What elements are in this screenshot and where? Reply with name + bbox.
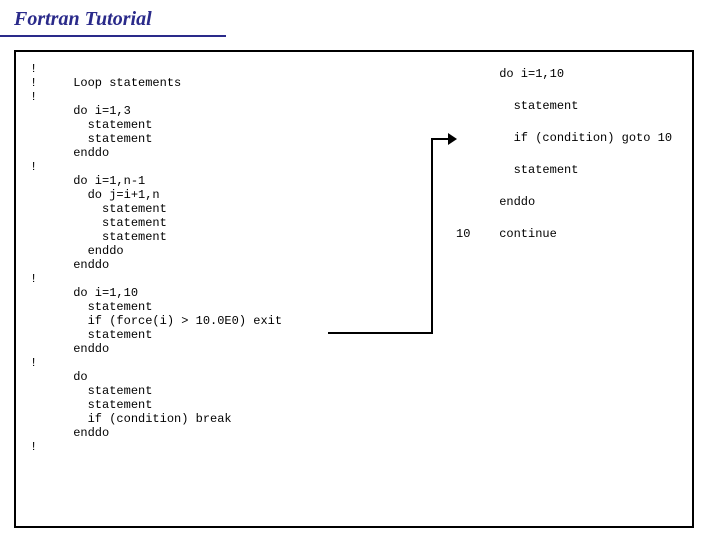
code-block-right: do i=1,10 statement if (condition) goto … xyxy=(456,66,672,242)
connector-line xyxy=(328,332,433,334)
connector-line xyxy=(431,138,433,334)
page-title: Fortran Tutorial xyxy=(0,0,226,37)
code-frame: ! ! Loop statements ! do i=1,3 statement… xyxy=(14,50,694,528)
code-block-left: ! ! Loop statements ! do i=1,3 statement… xyxy=(30,62,282,454)
arrow-right-icon xyxy=(448,133,457,145)
